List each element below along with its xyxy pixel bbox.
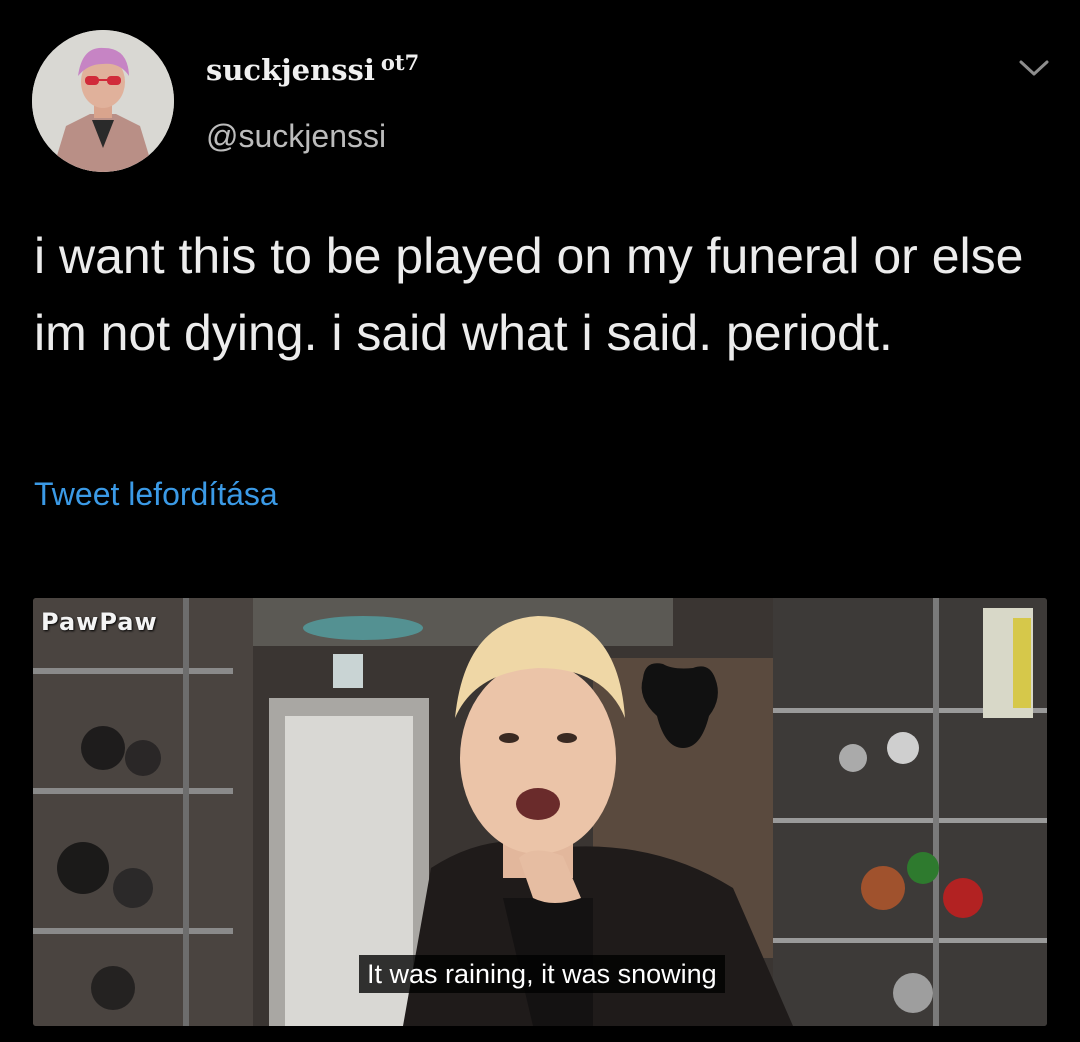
video-subtitle: It was raining, it was snowing	[359, 955, 725, 993]
chevron-down-icon[interactable]	[1016, 55, 1052, 81]
display-name[interactable]: suckjenssi ot7	[206, 50, 420, 87]
user-handle[interactable]: @suckjenssi	[206, 118, 386, 155]
video-watermark: PawPaw	[41, 608, 158, 636]
tweet-media[interactable]: PawPaw It was raining, it was snowing	[33, 598, 1047, 1026]
display-name-text: suckjenssi	[206, 53, 375, 87]
tweet-text: i want this to be played on my funeral o…	[34, 228, 1024, 361]
avatar-image	[32, 30, 174, 172]
profile-avatar[interactable]	[32, 30, 174, 172]
display-name-suffix: ot7	[380, 50, 420, 75]
translate-tweet-link[interactable]: Tweet lefordítása	[34, 476, 278, 513]
